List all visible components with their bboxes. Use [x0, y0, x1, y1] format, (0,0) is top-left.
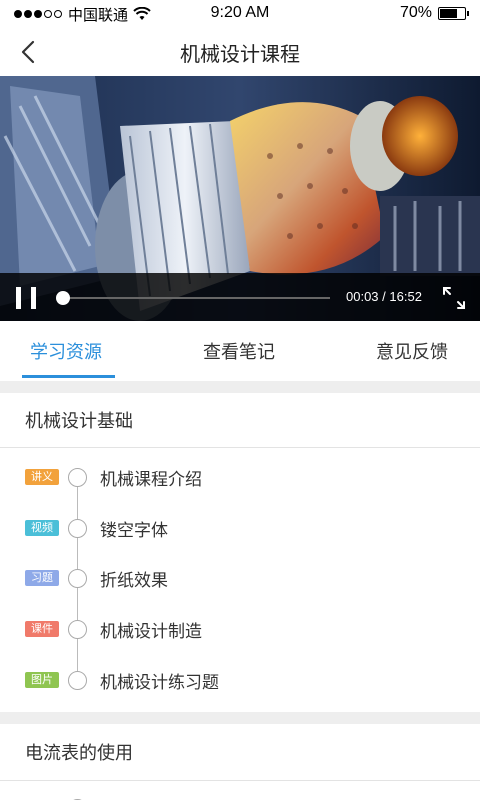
- duration: 16:52: [389, 289, 422, 304]
- lesson-title: 镂空字体: [100, 521, 168, 541]
- time-separator: /: [382, 289, 386, 304]
- timeline-node: [68, 620, 87, 639]
- section-title: 机械设计基础: [25, 411, 133, 432]
- timeline-node: [68, 468, 87, 487]
- pause-icon: [16, 287, 21, 309]
- lesson-title: 机械设计制造: [100, 622, 202, 642]
- section-gap: [0, 381, 480, 393]
- fullscreen-button[interactable]: [442, 286, 466, 310]
- tab-view-notes[interactable]: 查看笔记: [169, 321, 308, 381]
- nav-bar: 机械设计课程: [0, 28, 480, 76]
- current-time: 00:03: [346, 289, 379, 304]
- section-gap: [0, 712, 480, 724]
- badge-lecture: 讲义: [25, 469, 59, 485]
- battery-group: 70%: [399, 4, 469, 22]
- fullscreen-icon: [443, 287, 465, 309]
- lesson-title: 机械课程介绍: [100, 470, 202, 490]
- status-bar: 中国联通 9:20 AM 70%: [0, 0, 480, 28]
- badge-exercise: 习题: [25, 570, 59, 586]
- list-item[interactable]: 讲义 机械课程介绍: [0, 457, 480, 497]
- timeline-node: [68, 671, 87, 690]
- tab-bar: 学习资源 查看笔记 意见反馈: [0, 321, 480, 381]
- battery-icon: [438, 6, 469, 20]
- pause-button[interactable]: [14, 287, 38, 309]
- timeline-node: [68, 569, 87, 588]
- list-item[interactable]: [0, 788, 480, 800]
- list-item[interactable]: 课件 机械设计制造: [0, 609, 480, 649]
- badge-courseware: 课件: [25, 621, 59, 637]
- lesson-title: 折纸效果: [100, 571, 168, 591]
- video-player[interactable]: 00:03 / 16:52: [0, 76, 480, 321]
- battery-percent: 70%: [399, 4, 432, 21]
- tab-learning-resources[interactable]: 学习资源: [0, 321, 169, 381]
- tab-feedback[interactable]: 意见反馈: [309, 321, 480, 381]
- tab-active-indicator: [22, 375, 115, 378]
- badge-video: 视频: [25, 520, 59, 536]
- time-readout: 00:03 / 16:52: [346, 289, 422, 304]
- progress-thumb[interactable]: [55, 291, 70, 305]
- timeline-node: [68, 519, 87, 538]
- section-title: 电流表的使用: [25, 743, 133, 764]
- battery-tip: [467, 10, 469, 16]
- pause-icon-bar: [31, 287, 36, 309]
- page-title: 机械设计课程: [180, 42, 300, 66]
- lesson-title: 机械设计练习题: [100, 673, 219, 693]
- list-item[interactable]: 图片 机械设计练习题: [0, 660, 480, 700]
- badge-image: 图片: [25, 672, 59, 688]
- list-item[interactable]: 习题 折纸效果: [0, 558, 480, 598]
- divider: [0, 780, 480, 781]
- divider: [0, 447, 480, 448]
- video-controls: 00:03 / 16:52: [0, 273, 480, 321]
- list-item[interactable]: 视频 镂空字体: [0, 508, 480, 548]
- progress-track[interactable]: [55, 291, 330, 305]
- battery-fill: [440, 8, 457, 18]
